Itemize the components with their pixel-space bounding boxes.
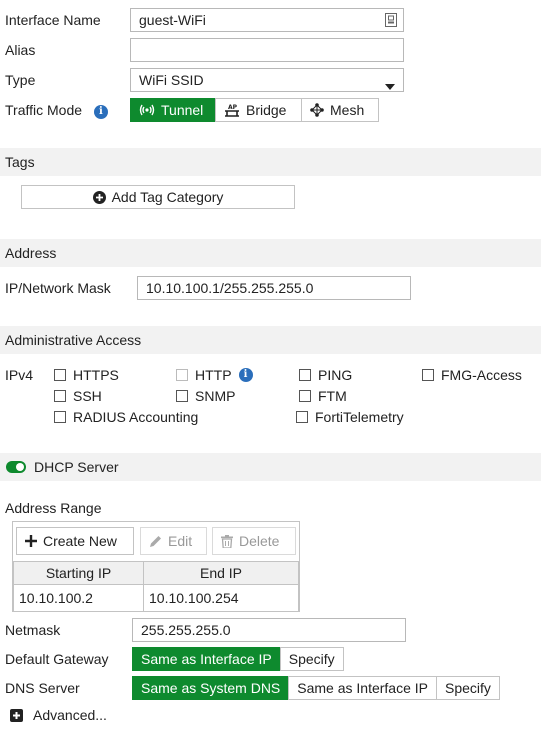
plus-circle-icon [92, 190, 106, 204]
advanced-toggle[interactable]: Advanced... [10, 707, 107, 723]
dns-server-label: DNS Server [5, 680, 80, 696]
trash-icon [221, 534, 239, 548]
https-label: HTTPS [73, 367, 119, 383]
ip-network-mask-label: IP/Network Mask [5, 280, 111, 296]
ping-checkbox[interactable] [299, 369, 311, 381]
plus-icon [25, 535, 43, 547]
fmg-access-option[interactable]: FMG-Access [422, 367, 522, 383]
snmp-label: SNMP [195, 388, 236, 404]
tags-section-header: Tags [0, 148, 541, 176]
type-label: Type [5, 72, 36, 88]
traffic-mode-label: Traffic Mode i [5, 102, 108, 120]
ping-label: PING [318, 367, 353, 383]
end-ip-cell: 10.10.100.254 [143, 584, 299, 612]
advanced-label: Advanced... [33, 707, 107, 723]
info-icon[interactable]: i [238, 368, 253, 382]
http-label: HTTP [195, 367, 232, 383]
end-ip-column-header[interactable]: End IP [143, 561, 299, 585]
type-select[interactable]: WiFi SSID [130, 68, 404, 92]
traffic-mode-selector: Tunnel AP Bridge Mesh [130, 98, 379, 122]
ftm-option[interactable]: FTM [299, 388, 347, 404]
alias-label: Alias [5, 42, 36, 58]
netmask-label: Netmask [5, 622, 61, 638]
default-gateway-label: Default Gateway [5, 651, 109, 667]
ip-network-mask-field[interactable]: 10.10.100.1/255.255.255.0 [137, 276, 411, 300]
traffic-mode-mesh-button[interactable]: Mesh [301, 98, 379, 122]
gateway-same-as-interface-ip-button[interactable]: Same as Interface IP [132, 647, 281, 671]
traffic-mode-tunnel-button[interactable]: Tunnel [130, 98, 216, 122]
radius-accounting-checkbox[interactable] [54, 411, 66, 423]
delete-label: Delete [239, 533, 280, 549]
netmask-field[interactable]: 255.255.255.0 [132, 618, 406, 642]
type-select-value: WiFi SSID [139, 72, 204, 88]
dns-specify-button[interactable]: Specify [436, 676, 500, 700]
create-new-button[interactable]: Create New [16, 527, 134, 555]
mesh-label: Mesh [330, 102, 365, 118]
svg-text:AP: AP [228, 104, 238, 111]
snmp-option[interactable]: SNMP [176, 388, 235, 404]
address-range-label: Address Range [5, 500, 102, 516]
plus-square-icon [10, 708, 23, 722]
ssh-option[interactable]: SSH [54, 388, 102, 404]
dhcp-server-section-header: DHCP Server [0, 453, 541, 481]
fmg-access-checkbox[interactable] [422, 369, 434, 381]
admin-access-section-header: Administrative Access [0, 326, 541, 354]
starting-ip-cell: 10.10.100.2 [13, 584, 144, 612]
delete-button[interactable]: Delete [212, 527, 296, 555]
tunnel-label: Tunnel [161, 102, 204, 118]
mesh-icon [310, 103, 330, 117]
chevron-down-icon [385, 77, 395, 93]
traffic-mode-bridge-button[interactable]: AP Bridge [215, 98, 302, 122]
ssh-label: SSH [73, 388, 102, 404]
interface-name-label: Interface Name [5, 12, 101, 28]
interface-name-field[interactable]: guest-WiFi [130, 8, 404, 32]
bridge-label: Bridge [246, 102, 287, 118]
ipv4-label: IPv4 [5, 367, 34, 383]
http-option: HTTP i [176, 367, 253, 383]
add-tag-category-label: Add Tag Category [111, 189, 224, 205]
add-tag-category-button[interactable]: Add Tag Category [21, 185, 295, 209]
https-checkbox[interactable] [54, 369, 66, 381]
info-icon[interactable]: i [93, 105, 108, 119]
gateway-specify-button[interactable]: Specify [279, 647, 344, 671]
dns-same-as-interface-ip-button[interactable]: Same as Interface IP [288, 676, 437, 700]
address-section-header: Address [0, 239, 541, 267]
fmg-access-label: FMG-Access [441, 367, 522, 383]
dhcp-server-toggle[interactable] [6, 461, 26, 473]
http-checkbox [176, 369, 188, 381]
edit-label: Edit [168, 533, 193, 549]
bridge-icon: AP [224, 103, 246, 117]
radius-accounting-label: RADIUS Accounting [73, 409, 199, 425]
ping-option[interactable]: PING [299, 367, 352, 383]
default-gateway-selector: Same as Interface IP Specify [132, 647, 344, 671]
https-option[interactable]: HTTPS [54, 367, 119, 383]
ssh-checkbox[interactable] [54, 390, 66, 402]
table-row[interactable]: 10.10.100.2 10.10.100.254 [13, 584, 299, 612]
edit-field-icon [385, 13, 397, 30]
dns-same-as-system-dns-button[interactable]: Same as System DNS [132, 676, 290, 700]
address-range-table: Starting IP End IP 10.10.100.2 10.10.100… [13, 561, 299, 612]
create-new-label: Create New [43, 533, 117, 549]
interface-name-value: guest-WiFi [139, 12, 206, 28]
snmp-checkbox[interactable] [176, 390, 188, 402]
starting-ip-column-header[interactable]: Starting IP [13, 561, 144, 585]
fortitelemetry-label: FortiTelemetry [315, 409, 404, 425]
edit-button[interactable]: Edit [140, 527, 207, 555]
alias-field[interactable] [130, 38, 404, 62]
pencil-icon [149, 535, 168, 548]
tunnel-icon [139, 104, 161, 116]
radius-accounting-option[interactable]: RADIUS Accounting [54, 409, 198, 425]
dns-server-selector: Same as System DNS Same as Interface IP … [132, 676, 500, 700]
fortitelemetry-option[interactable]: FortiTelemetry [296, 409, 404, 425]
ftm-label: FTM [318, 388, 347, 404]
traffic-mode-text: Traffic Mode [5, 102, 83, 118]
ftm-checkbox[interactable] [299, 390, 311, 402]
fortitelemetry-checkbox[interactable] [296, 411, 308, 423]
